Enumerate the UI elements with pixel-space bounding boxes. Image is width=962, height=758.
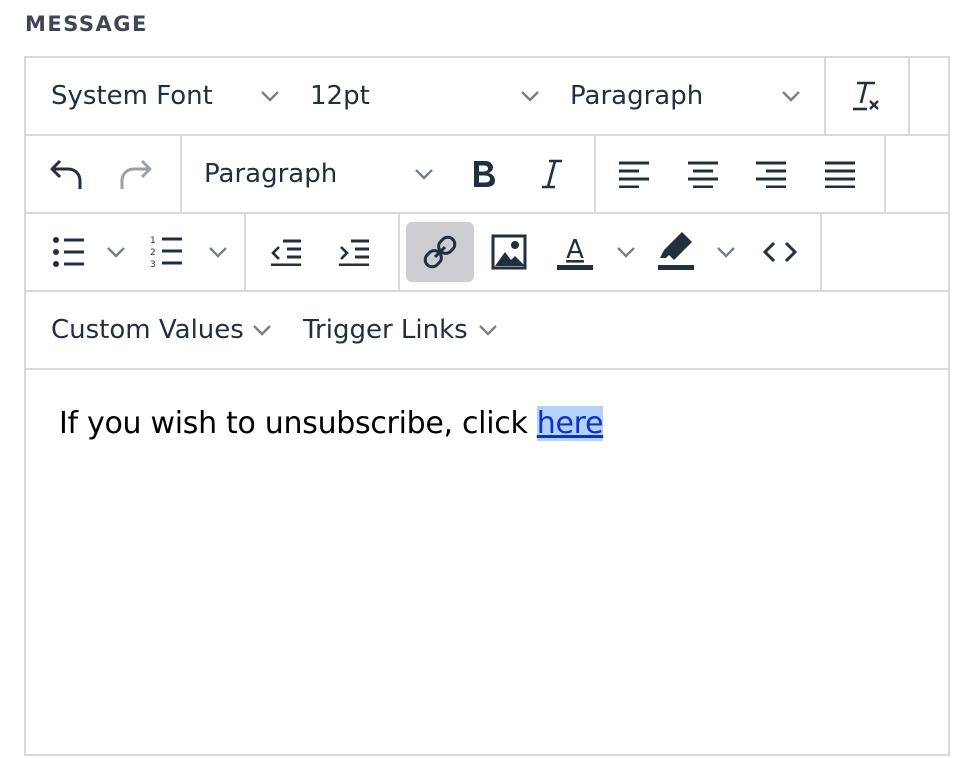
paragraph-format-label: Paragraph <box>204 159 338 189</box>
custom-values-dropdown[interactable]: Custom Values <box>26 292 282 368</box>
highlight-color-button[interactable] <box>646 222 746 282</box>
toolbar-row-2: Paragraph <box>26 136 950 214</box>
redo-icon <box>120 159 152 189</box>
alignment-group <box>594 136 886 212</box>
svg-text:2: 2 <box>150 248 156 258</box>
text-color-button[interactable]: A <box>544 222 644 282</box>
chevron-down-icon <box>717 247 735 258</box>
indent-icon <box>339 239 369 266</box>
clear-formatting-button[interactable] <box>834 66 898 126</box>
align-center-icon <box>688 161 718 188</box>
content-paragraph[interactable]: If you wish to unsubscribe, click here <box>59 406 603 441</box>
chevron-down-icon <box>209 247 227 258</box>
insert-link-button[interactable] <box>406 222 474 282</box>
trigger-links-dropdown[interactable]: Trigger Links <box>282 292 512 368</box>
insert-group: A <box>398 214 822 290</box>
redo-button[interactable] <box>104 144 168 204</box>
custom-values-label: Custom Values <box>51 315 244 345</box>
chevron-down-icon <box>782 91 800 102</box>
chevron-down-icon <box>521 91 539 102</box>
font-size-dropdown[interactable]: 12pt <box>290 58 550 134</box>
indent-button[interactable] <box>322 222 386 282</box>
undo-button[interactable] <box>34 144 98 204</box>
chevron-down-icon <box>479 325 497 336</box>
align-center-button[interactable] <box>671 144 735 204</box>
text-style-group: Paragraph <box>180 136 596 212</box>
image-icon <box>491 234 527 270</box>
align-justify-button[interactable] <box>808 144 872 204</box>
font-format-group: System Font 12pt Paragraph <box>26 58 826 134</box>
align-right-button[interactable] <box>739 144 803 204</box>
source-code-button[interactable] <box>748 222 812 282</box>
outdent-button[interactable] <box>254 222 318 282</box>
numbered-list-icon: 1 2 3 <box>150 236 182 270</box>
text-color-icon: A <box>557 235 593 270</box>
paragraph-format-dropdown[interactable]: Paragraph <box>180 136 450 212</box>
align-left-icon <box>619 161 649 188</box>
unsubscribe-link[interactable]: here <box>536 406 603 441</box>
align-left-button[interactable] <box>602 144 666 204</box>
history-group <box>26 136 182 212</box>
svg-text:3: 3 <box>150 260 156 270</box>
outdent-icon <box>271 239 301 266</box>
toolbar-row-1: System Font 12pt Paragraph <box>26 58 950 136</box>
bold-button[interactable] <box>452 144 516 204</box>
chevron-down-icon <box>253 325 271 336</box>
italic-button[interactable] <box>520 144 584 204</box>
chevron-down-icon <box>617 247 635 258</box>
paragraph-text: If you wish to unsubscribe, click <box>59 406 537 441</box>
bullet-list-button[interactable] <box>36 222 136 282</box>
font-family-dropdown[interactable]: System Font <box>26 58 290 134</box>
svg-text:1: 1 <box>150 236 156 246</box>
numbered-list-button[interactable]: 1 2 3 <box>138 222 238 282</box>
undo-icon <box>50 159 82 189</box>
block-format-dropdown[interactable]: Paragraph <box>550 58 824 134</box>
clear-format-group <box>824 58 910 134</box>
editor-content-area[interactable]: If you wish to unsubscribe, click here <box>26 370 950 758</box>
clear-formatting-icon <box>853 81 879 111</box>
chevron-down-icon <box>415 169 433 180</box>
field-label: MESSAGE <box>25 12 148 36</box>
svg-text:A: A <box>566 235 584 265</box>
toolbar-row-3: 1 2 3 A <box>26 214 950 292</box>
insert-image-button[interactable] <box>477 222 541 282</box>
bullet-list-icon <box>53 237 84 267</box>
trigger-links-label: Trigger Links <box>303 315 468 345</box>
highlighter-icon <box>658 232 694 270</box>
chevron-down-icon <box>107 247 125 258</box>
link-icon <box>423 235 457 269</box>
bold-icon <box>474 161 495 187</box>
code-icon <box>762 241 798 263</box>
italic-icon <box>542 159 562 189</box>
rich-text-editor: System Font 12pt Paragraph Paragraph 1 2… <box>24 56 950 756</box>
toolbar-row-4: Custom Values Trigger Links <box>26 292 950 370</box>
indent-group <box>244 214 400 290</box>
font-family-label: System Font <box>51 81 213 111</box>
align-justify-icon <box>825 161 855 188</box>
lists-group: 1 2 3 <box>26 214 246 290</box>
align-right-icon <box>756 161 786 188</box>
font-size-label: 12pt <box>310 81 370 111</box>
block-format-label: Paragraph <box>570 81 704 111</box>
chevron-down-icon <box>261 91 279 102</box>
